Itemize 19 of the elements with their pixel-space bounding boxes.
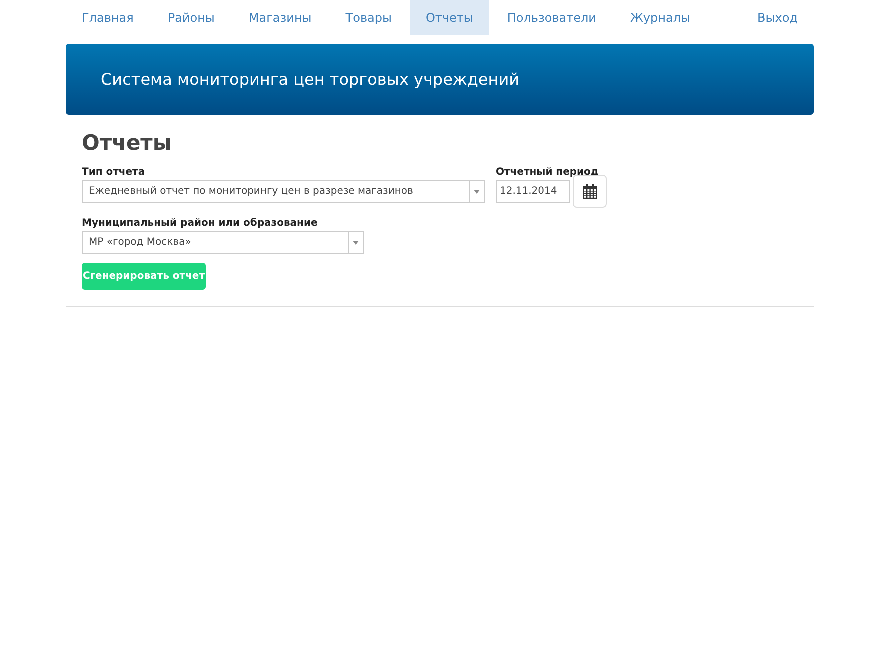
nav-tab[interactable]: Магазины (232, 0, 328, 35)
report-type-select[interactable]: Ежедневный отчет по мониторингу цен в разрезе магазинов (82, 180, 485, 203)
field-label: Муниципальный район или образование (82, 218, 319, 229)
page-heading: Отчеты (82, 131, 173, 155)
district-select[interactable]: МР «город Москва» (82, 231, 364, 254)
caret-icon (474, 190, 480, 194)
caret-icon (353, 240, 359, 244)
nav-tab[interactable]: Журналы (614, 0, 706, 35)
nav-tab[interactable]: Главная (66, 0, 150, 35)
nav-tab[interactable]: Товары (330, 0, 408, 35)
logout-link[interactable]: Выход (742, 0, 814, 35)
nav-tab[interactable]: Отчеты (410, 0, 490, 35)
nav-tab[interactable]: Районы (152, 0, 231, 35)
field-label: Тип отчета (82, 167, 146, 178)
field-label: Отчетный период (496, 167, 600, 178)
calendar-icon (582, 184, 598, 200)
nav-tab[interactable]: Пользователи (491, 0, 612, 35)
date-field[interactable]: 12.11.2014 (496, 180, 570, 203)
banner-title: Система мониторинга цен торговых учреждений (101, 70, 520, 89)
